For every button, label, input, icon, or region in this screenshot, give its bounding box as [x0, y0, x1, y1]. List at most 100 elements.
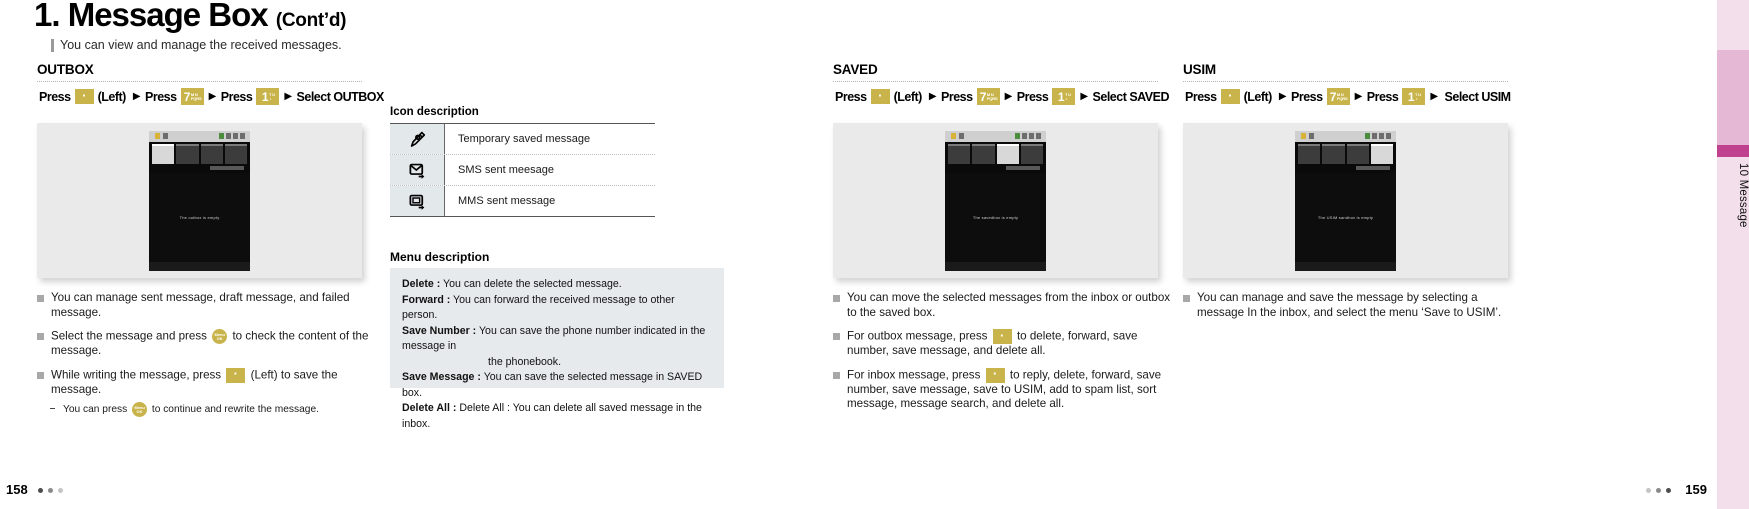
- phone-mock-saved: The savedbox is empty: [945, 131, 1046, 271]
- step-press-1: Press: [835, 89, 867, 104]
- rule-outbox: [37, 81, 362, 83]
- ok-key-icon: Menu OK: [212, 329, 228, 344]
- phone-mock-usim: The USIM sandbox is empty: [1295, 131, 1396, 271]
- list-item: While writing the message, press (Left) …: [37, 367, 372, 398]
- phone-mock-outbox: The outbox is empty: [149, 131, 250, 271]
- page-subtitle: You can view and manage the received mes…: [51, 38, 342, 52]
- menu-item: Forward : You can forward the received m…: [402, 293, 712, 324]
- icon-cell: [390, 155, 445, 185]
- phone-tabbar: [1298, 144, 1393, 164]
- menu-description-box: Delete : You can delete the selected mes…: [390, 268, 724, 430]
- table-row: MMS sent message: [390, 185, 655, 216]
- list-item: You can manage sent message, draft messa…: [37, 291, 372, 320]
- icon-description-table: Temporary saved message SMS sent meesage: [390, 123, 655, 217]
- page-number-left: 158: [6, 482, 28, 497]
- arrow-icon: ▶: [1004, 91, 1013, 102]
- notes-saved: You can move the selected messages from …: [833, 291, 1178, 421]
- section-heading-outbox: OUTBOX: [37, 62, 94, 77]
- page-number-right: 159: [1685, 482, 1707, 497]
- key-7-icon: 7M N PQRS: [180, 88, 204, 105]
- page-title-text: Message Box: [67, 0, 269, 33]
- chapter-label: 10 Message: [1737, 163, 1749, 228]
- page-dots-left: [38, 488, 63, 493]
- step-select-saved: Select SAVED: [1092, 89, 1170, 104]
- phone-status-icons-right: [1365, 133, 1391, 139]
- phone-screen-body: The outbox is empty: [149, 173, 250, 271]
- chapter-tab-strip: 10 Message: [1717, 0, 1749, 509]
- menu-item-label: Save Number :: [402, 324, 477, 337]
- phone-empty-text: The outbox is empty: [179, 215, 220, 220]
- menu-item-label: Save Message :: [402, 371, 481, 383]
- step-left-label: (Left): [97, 89, 127, 104]
- step-press-1: Press: [1185, 89, 1217, 104]
- note-text: While writing the message, press: [51, 368, 222, 382]
- icon-cell: [390, 124, 445, 154]
- softkey-left-icon: [992, 329, 1012, 344]
- phone-empty-text: The savedbox is empty: [972, 215, 1019, 220]
- phone-subbar: [210, 166, 244, 170]
- step-left-label: (Left): [893, 89, 923, 104]
- steps-usim: Press (Left) ▶ Press 7M NPQRS ▶ Press 1T…: [1183, 88, 1513, 105]
- arrow-icon: ▶: [132, 91, 141, 102]
- softkey-left-icon: [870, 89, 890, 104]
- phone-status-icons-right: [1015, 133, 1041, 139]
- step-press-2: Press: [1291, 89, 1323, 104]
- step-select-usim: Select USIM: [1444, 89, 1512, 104]
- menu-item-label: Delete :: [402, 278, 441, 290]
- tab-band-mid: [1717, 50, 1749, 145]
- note-text: You can manage sent message, draft messa…: [51, 291, 350, 319]
- menu-item: Save Message : You can save the selected…: [402, 370, 712, 401]
- menu-description-title: Menu description: [390, 250, 490, 264]
- key-1-icon: 1T U •: [1402, 88, 1426, 105]
- phone-statusbar: [945, 131, 1046, 142]
- section-heading-usim: USIM: [1183, 62, 1216, 77]
- phone-status-icons-left: [155, 133, 168, 139]
- step-press-2: Press: [941, 89, 973, 104]
- softkey-left-icon: [226, 367, 246, 383]
- phone-screen-body: The USIM sandbox is empty: [1295, 173, 1396, 271]
- phone-statusbar: [1295, 131, 1396, 142]
- phone-softkeybar: [945, 262, 1046, 271]
- icon-description-title: Icon description: [390, 106, 479, 118]
- tab-band-accent: [1717, 145, 1749, 157]
- phone-subbar: [1006, 166, 1040, 170]
- ok-key-icon: Menu OK: [132, 402, 148, 418]
- arrow-icon: ▶: [1354, 91, 1363, 102]
- phone-status-icons-left: [951, 133, 964, 139]
- steps-outbox: Press (Left) ▶ Press 7M NPQRS ▶ Press 1T…: [37, 88, 386, 105]
- step-press-2: Press: [145, 89, 177, 104]
- screenshot-usim: The USIM sandbox is empty: [1183, 123, 1508, 278]
- arrow-icon: ▶: [1278, 91, 1287, 102]
- arrow-icon: ▶: [1080, 91, 1088, 102]
- note-text: You can manage and save the message by s…: [1197, 291, 1502, 319]
- page-title: 1. Message Box (Cont’d): [34, 0, 347, 34]
- step-select-outbox: Select OUTBOX: [296, 89, 385, 104]
- key-7-icon: 7M N PQRS: [1326, 88, 1350, 105]
- rule-saved: [833, 81, 1158, 83]
- step-press-3: Press: [1366, 89, 1399, 104]
- step-press-3: Press: [1016, 89, 1049, 104]
- arrow-icon: ▶: [208, 91, 217, 102]
- key-1-icon: 1T U •: [256, 88, 280, 105]
- note-text: You can press: [63, 404, 128, 416]
- phone-subbar: [1356, 166, 1390, 170]
- menu-item-cont: the phonebook.: [488, 355, 562, 368]
- step-press-3: Press: [220, 89, 253, 104]
- menu-item: Save Number : You can save the phone num…: [402, 324, 712, 371]
- note-text: For inbox message, press: [847, 368, 981, 382]
- phone-statusbar: [149, 131, 250, 142]
- step-left-label: (Left): [1243, 89, 1273, 104]
- steps-saved: Press (Left) ▶ Press 7M NPQRS ▶ Press 1T…: [833, 88, 1171, 105]
- step-press-1: Press: [39, 89, 71, 104]
- note-text: to continue and rewrite the message.: [151, 404, 319, 416]
- tab-band-top: [1717, 0, 1749, 50]
- phone-tabbar: [948, 144, 1043, 164]
- table-row: SMS sent meesage: [390, 154, 655, 185]
- key-1-icon: 1T U •: [1052, 88, 1076, 105]
- note-text: You can move the selected messages from …: [847, 291, 1171, 319]
- manual-page: 10 Message 1. Message Box (Cont’d) You c…: [0, 0, 1749, 509]
- page-dots-right: [1646, 488, 1671, 493]
- arrow-icon: ▶: [1430, 91, 1438, 102]
- section-heading-saved: SAVED: [833, 62, 878, 77]
- note-text: Select the message and press: [51, 329, 207, 343]
